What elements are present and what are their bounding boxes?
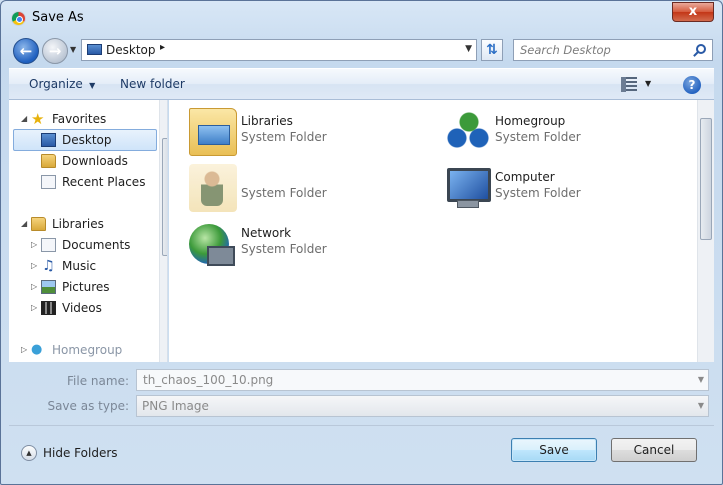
forward-button[interactable]: →	[42, 38, 68, 64]
view-options-dropdown-icon[interactable]: ▼	[645, 79, 651, 88]
network-icon	[189, 224, 235, 266]
navigation-scrollbar[interactable]	[159, 100, 167, 362]
footer-divider	[9, 425, 714, 426]
save-button[interactable]: Save	[511, 438, 597, 462]
save-as-type-label: Save as type:	[47, 399, 129, 413]
dialog-title: Save As	[32, 10, 84, 25]
navigation-pane: ◢ ★ Favorites Desktop Downloads Recent P…	[9, 100, 168, 362]
user-folder-icon	[189, 164, 237, 212]
expand-triangle-icon[interactable]: ▷	[31, 235, 37, 255]
recent-places-icon	[41, 175, 56, 189]
save-as-type-select[interactable]: PNG Image ▼	[136, 395, 709, 417]
expand-triangle-icon[interactable]: ▷	[31, 298, 37, 318]
favorites-label: Favorites	[52, 112, 107, 126]
search-input[interactable]	[518, 42, 688, 58]
scrollbar-thumb[interactable]	[700, 118, 712, 240]
chrome-app-icon	[11, 11, 26, 26]
search-box[interactable]	[513, 39, 713, 61]
new-folder-button[interactable]: New folder	[120, 77, 185, 91]
chevron-down-icon[interactable]: ▼	[698, 401, 704, 410]
item-type: System Folder	[495, 130, 581, 144]
item-name: Network	[241, 226, 292, 240]
file-list: Libraries System Folder Homegroup System…	[169, 100, 697, 362]
cancel-button[interactable]: Cancel	[611, 438, 697, 462]
desktop-icon	[41, 133, 56, 147]
item-type: System Folder	[241, 130, 327, 144]
chevron-down-icon[interactable]: ▼	[698, 375, 704, 384]
sidebar-item-label: Homegroup	[52, 343, 123, 357]
documents-icon	[41, 238, 56, 252]
help-icon[interactable]: ?	[683, 76, 701, 94]
downloads-folder-icon	[41, 154, 56, 168]
homegroup-icon: ●	[31, 342, 43, 357]
chevron-down-icon: ▼	[86, 81, 96, 90]
sidebar-item-label: Music	[62, 259, 97, 273]
refresh-button[interactable]: ⇅	[481, 39, 503, 61]
item-name: Libraries	[241, 114, 293, 128]
organize-label: Organize	[29, 77, 83, 91]
item-type: System Folder	[495, 186, 581, 200]
file-name-field[interactable]: ▼	[136, 369, 709, 391]
item-type: System Folder	[241, 186, 327, 200]
save-as-dialog: Save As x ← → ▼ Desktop ▸ ▼ ⇅ Organize ▼…	[0, 0, 723, 485]
list-item-homegroup[interactable]: Homegroup System Folder	[443, 108, 683, 158]
change-view-icon[interactable]	[621, 77, 637, 92]
close-button[interactable]: x	[672, 2, 714, 22]
command-toolbar: Organize ▼ New folder ▼ ?	[9, 68, 714, 100]
list-item-user-folder[interactable]: System Folder	[189, 164, 429, 214]
address-location[interactable]: Desktop	[106, 43, 156, 57]
chevron-up-icon: ▲	[21, 445, 37, 461]
hide-folders-label: Hide Folders	[43, 446, 118, 460]
expand-triangle-icon[interactable]: ▷	[21, 340, 27, 360]
recent-locations-dropdown-icon[interactable]: ▼	[70, 45, 76, 54]
collapse-triangle-icon[interactable]: ◢	[21, 214, 27, 234]
content-scrollbar[interactable]	[697, 100, 714, 362]
sidebar-item-label: Pictures	[62, 280, 110, 294]
desktop-icon	[87, 44, 102, 55]
pictures-icon	[41, 280, 56, 294]
item-type: System Folder	[241, 242, 327, 256]
sidebar-item-label: Documents	[62, 238, 131, 252]
libraries-label: Libraries	[52, 217, 104, 231]
expand-triangle-icon[interactable]: ▷	[31, 277, 37, 297]
music-icon: ♫	[42, 258, 55, 274]
libraries-folder-icon	[189, 108, 237, 156]
title-bar[interactable]: Save As x	[1, 1, 722, 33]
scrollbar-thumb[interactable]	[162, 138, 167, 256]
libraries-icon	[31, 217, 46, 231]
list-item-network[interactable]: Network System Folder	[189, 220, 429, 270]
address-dropdown-icon[interactable]: ▼	[465, 44, 472, 54]
file-name-label: File name:	[67, 374, 129, 388]
sidebar-item-label: Videos	[62, 301, 102, 315]
item-name: Computer	[495, 170, 555, 184]
item-name: Homegroup	[495, 114, 566, 128]
sidebar-item-label: Downloads	[62, 154, 128, 168]
sidebar-item-label: Recent Places	[62, 175, 146, 189]
videos-icon	[41, 301, 56, 315]
star-icon: ★	[31, 110, 45, 128]
file-name-input[interactable]	[141, 372, 681, 388]
address-bar[interactable]: Desktop ▸ ▼	[81, 39, 477, 61]
computer-icon	[443, 164, 491, 212]
organize-menu[interactable]: Organize ▼	[29, 77, 95, 91]
expand-triangle-icon[interactable]: ▷	[31, 256, 37, 276]
save-as-type-value: PNG Image	[142, 399, 209, 413]
sidebar-item-label: Desktop	[62, 133, 112, 147]
list-item-libraries[interactable]: Libraries System Folder	[189, 108, 429, 158]
back-button[interactable]: ←	[13, 38, 39, 64]
list-item-computer[interactable]: Computer System Folder	[443, 164, 683, 214]
breadcrumb-chevron-icon[interactable]: ▸	[160, 42, 165, 53]
homegroup-icon	[443, 108, 491, 156]
search-icon[interactable]	[696, 44, 706, 54]
collapse-triangle-icon[interactable]: ◢	[21, 109, 27, 129]
